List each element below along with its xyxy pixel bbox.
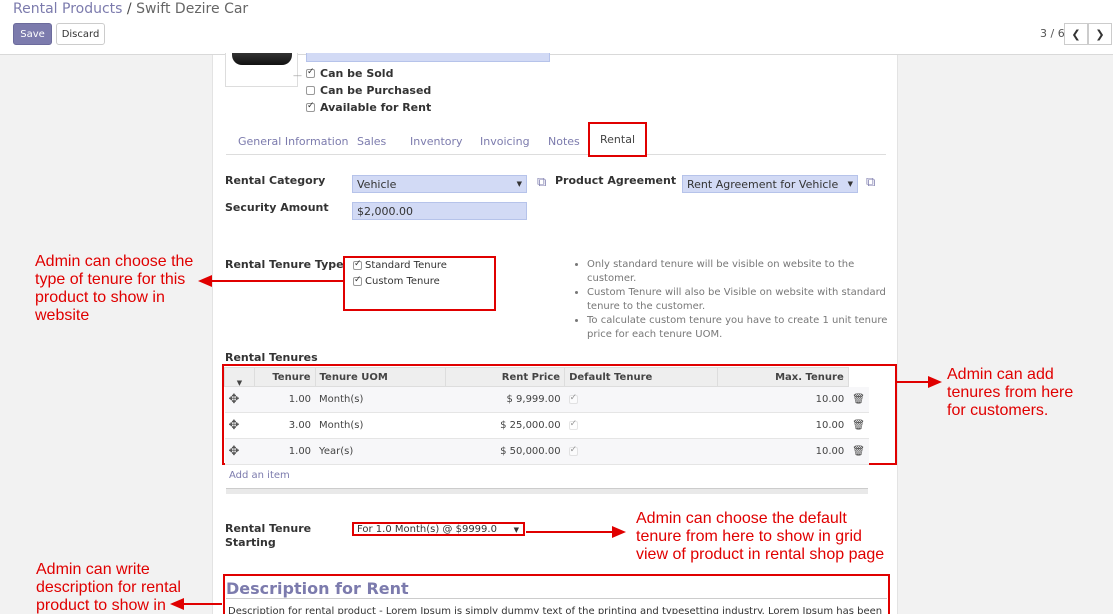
annotation-arrows (170, 275, 942, 610)
arrow-head (198, 275, 212, 287)
arrow-head (170, 598, 184, 610)
arrow-head (928, 376, 942, 388)
arrow-head (612, 526, 626, 538)
